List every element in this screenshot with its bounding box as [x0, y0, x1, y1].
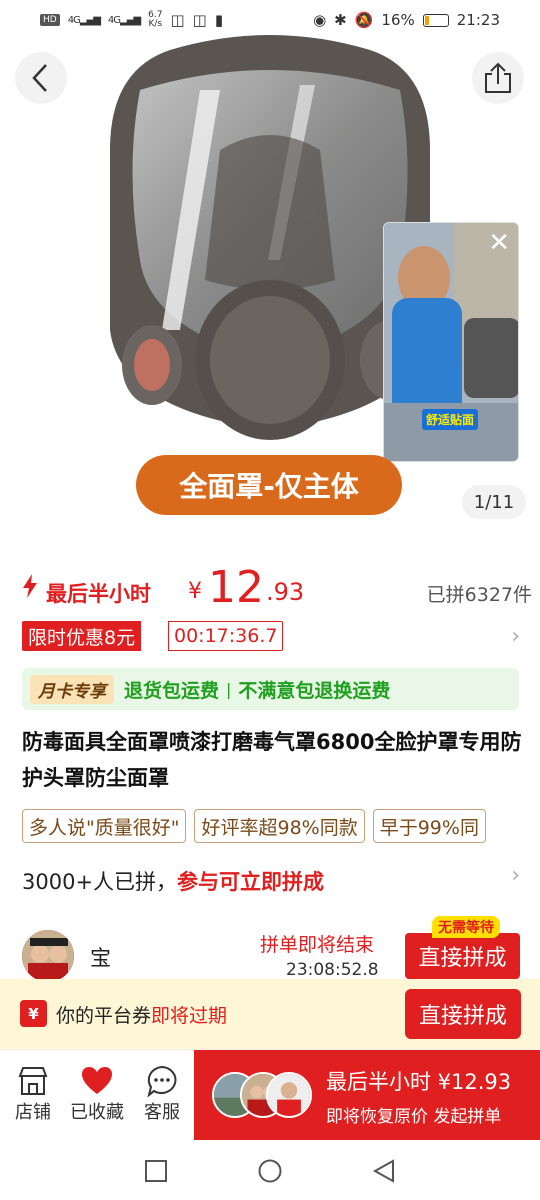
service-label: 客服 [144, 1102, 180, 1123]
favorite-button[interactable]: 已收藏 [66, 1064, 128, 1124]
join-group-button[interactable]: 直接拼成 [405, 933, 520, 979]
monthly-card-badge: 月卡专享 [30, 674, 114, 704]
battery-percent: 16% [381, 11, 415, 29]
promo-row[interactable]: 限时优惠8元 00:17:36.7 › [22, 621, 522, 651]
review-tag[interactable]: 多人说"质量很好" [22, 809, 187, 843]
group-ending-label: 拼单即将结束 [260, 934, 375, 956]
return-shipping-benefit: 退货包运费 [124, 679, 220, 702]
chevron-right-icon: › [511, 624, 520, 649]
promo-countdown: 00:17:36.7 [168, 621, 284, 651]
benefit-separator: | [226, 679, 232, 699]
signal-icon-2: 4G▂▄▆ [107, 14, 141, 26]
buy-sub-label: 即将恢复原价 发起拼单 [326, 1107, 502, 1127]
start-group-buy-button[interactable]: 最后半小时 ¥12.93 即将恢复原价 发起拼单 [194, 1050, 540, 1140]
store-label: 店铺 [15, 1102, 51, 1123]
joiner-name: 宝 [90, 946, 111, 970]
buy-price-label: 最后半小时 ¥12.93 [326, 1070, 512, 1094]
flash-sale-label: 最后半小时 [46, 582, 151, 606]
avatar [266, 1072, 312, 1118]
battery-icon [422, 13, 449, 27]
share-button[interactable] [472, 52, 524, 104]
store-button[interactable]: 店铺 [2, 1064, 64, 1124]
price-row: 最后半小时 ¥ 12 .93 已拼6327件 [22, 562, 532, 613]
review-tags[interactable]: 多人说"质量很好" 好评率超98%同款 早于99%同 [22, 809, 540, 843]
chevron-left-icon [32, 64, 47, 92]
share-icon [485, 62, 511, 93]
clock: 21:23 [456, 11, 500, 29]
coupon-icon: ¥ [20, 1000, 47, 1027]
chat-icon [147, 1065, 177, 1097]
price-decimal: .93 [266, 578, 305, 606]
review-tag[interactable]: 好评率超98%同款 [194, 809, 365, 843]
coupon-expiry-banner[interactable]: ¥ 你的平台券即将过期 直接拼成 [0, 979, 540, 1049]
selected-option-label[interactable]: 全面罩-仅主体 [136, 455, 402, 515]
image-pager: 1/11 [462, 485, 526, 519]
bottom-action-bar: 店铺 已收藏 客服 最后半小时 ¥12.93 即将恢复原价 发起拼单 [0, 1049, 540, 1140]
coupon-message: 你的平台券即将过期 [56, 1005, 228, 1027]
group-count: 3000+人已拼， [22, 870, 178, 894]
membership-benefits[interactable]: 月卡专享 退货包运费 | 不满意包退换运费 [22, 668, 519, 710]
review-tag[interactable]: 早于99%同 [372, 809, 486, 843]
favorite-label: 已收藏 [70, 1102, 124, 1123]
system-navigation-bar [0, 1140, 540, 1200]
group-join-hint: 参与可立即拼成 [177, 870, 325, 894]
group-ending-time: 23:08:52.8 [286, 960, 379, 980]
signal-icon: 4G▂▄▆ [67, 14, 101, 26]
coupon-join-button[interactable]: 直接拼成 [405, 989, 521, 1039]
app-notification-icon-2: ◫ [192, 11, 207, 29]
back-nav-button[interactable] [371, 1158, 397, 1184]
close-video-button[interactable]: ✕ [488, 230, 510, 256]
product-gallery[interactable]: ✕ 舒适贴面 全面罩-仅主体 1/11 [0, 0, 540, 540]
exchange-shipping-benefit: 不满意包退换运费 [238, 679, 391, 702]
recent-apps-button[interactable] [143, 1158, 169, 1184]
discount-tag: 限时优惠8元 [22, 621, 142, 651]
back-button[interactable] [15, 52, 67, 104]
avatar[interactable] [22, 930, 74, 982]
customer-service-button[interactable]: 客服 [131, 1064, 193, 1124]
group-joiner-row: 宝 拼单即将结束 23:08:52.8 直接拼成 无需等待 [22, 916, 522, 986]
status-bar: HD 4G▂▄▆ 4G▂▄▆ 6.7 K/s ◫ ◫ ▮ ◉ ✱ 🔕 16% 21… [0, 0, 540, 40]
alert-icon: ▮ [214, 11, 224, 29]
chevron-right-icon: › [511, 863, 520, 888]
heart-icon [82, 1067, 112, 1094]
app-notification-icon: ◫ [170, 11, 185, 29]
bluetooth-icon: ✱ [334, 11, 347, 29]
participant-avatars [212, 1072, 312, 1120]
network-speed: 6.7 K/s [148, 10, 163, 29]
eye-icon: ◉ [313, 11, 327, 29]
store-icon [18, 1067, 48, 1095]
lightning-icon [23, 574, 37, 598]
product-title: 防毒面具全面罩喷漆打磨毒气罩6800全脸护罩专用防护头罩防尘面罩 [22, 730, 522, 790]
home-button[interactable] [257, 1158, 283, 1184]
mute-icon: 🔕 [354, 11, 374, 29]
no-wait-badge: 无需等待 [432, 916, 500, 938]
video-caption: 舒适贴面 [422, 409, 479, 430]
currency-symbol: ¥ [188, 579, 202, 604]
hd-indicator: HD [40, 14, 60, 26]
group-buy-summary[interactable]: 3000+人已拼， 参与可立即拼成 › [22, 863, 522, 899]
video-preview[interactable]: ✕ 舒适贴面 [383, 222, 519, 462]
price-integer: 12 [208, 562, 264, 613]
sold-count: 已拼6327件 [426, 584, 532, 606]
